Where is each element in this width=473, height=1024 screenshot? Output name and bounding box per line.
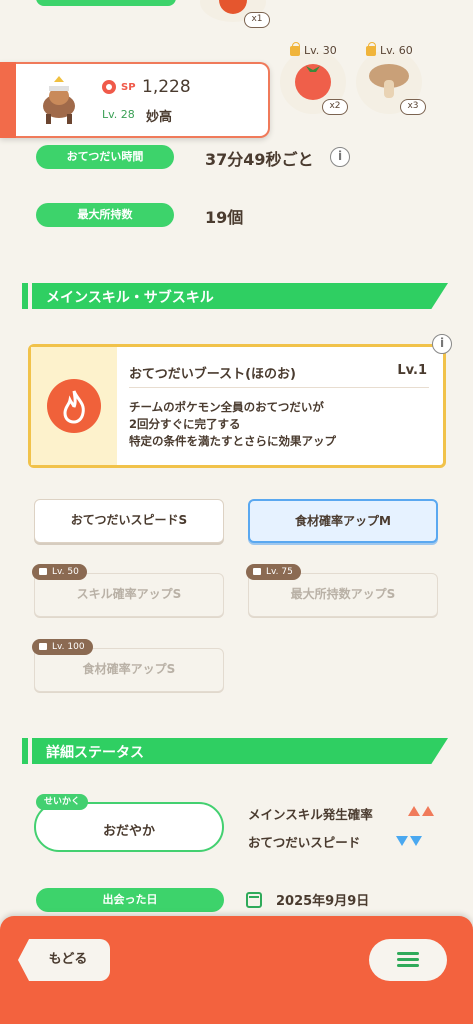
section-title: 詳細ステータス [46, 745, 144, 761]
unlock-level-tag: Lv. 75 [246, 564, 301, 580]
main-skill-name: おてつだいブースト(ほのお) [129, 367, 296, 382]
menu-button[interactable] [369, 939, 447, 981]
ingredient-level-2: Lv. 30 [290, 41, 337, 57]
lock-icon [290, 41, 300, 56]
subskill-button-2[interactable]: 食材確率アップM [248, 499, 438, 543]
nature-value: おだやか [102, 824, 155, 839]
down-arrow-icon [410, 836, 422, 846]
section-header-status: 詳細ステータス [22, 738, 448, 764]
back-button[interactable]: もどる [18, 939, 110, 981]
max-carry-label: 最大所持数 [36, 203, 174, 227]
main-skill-description: チームのポケモン全員のおてつだいが 2回分すぐに完了する 特定の条件を満たすとさ… [129, 400, 336, 448]
section-header-skills: メインスキル・サブスキル [22, 283, 448, 309]
unlock-level-tag: Lv. 100 [32, 639, 93, 655]
pokemon-sprite [34, 76, 84, 126]
section-title: メインスキル・サブスキル [46, 290, 214, 306]
met-date-label: 出会った日 [36, 888, 224, 912]
ingredient-count-1: x1 [244, 12, 270, 28]
sp-icon [102, 80, 116, 94]
sp-label: SP [121, 82, 136, 93]
main-skill-level: Lv.1 [397, 363, 427, 378]
max-carry-value: 19個 [205, 208, 244, 227]
fire-icon [47, 379, 101, 433]
subskill-button-1[interactable]: おてつだいスピードS [34, 499, 224, 543]
ingredient-count-2: x2 [322, 99, 348, 115]
pokemon-name: 妙高 [146, 110, 173, 125]
pokemon-level: Lv. 28 [102, 108, 135, 121]
nature-effect-up-label: メインスキル発生確率 [248, 807, 373, 822]
sp-value: 1,228 [142, 77, 191, 97]
calendar-icon [246, 892, 262, 908]
nature-effect-down-label: おてつだいスピード [248, 835, 361, 850]
lock-icon [366, 41, 376, 56]
skill-info-icon[interactable]: i [432, 334, 452, 354]
help-time-value: 37分49秒ごと [205, 150, 314, 169]
unlock-level-tag: Lv. 50 [32, 564, 87, 580]
help-time-label: おてつだい時間 [36, 145, 174, 169]
partial-pill [36, 0, 176, 6]
ingredient-level-3: Lv. 60 [366, 41, 413, 57]
main-skill-card[interactable]: おてつだいブースト(ほのお) Lv.1 チームのポケモン全員のおてつだいが 2回… [28, 344, 446, 468]
down-arrow-icon [396, 836, 408, 846]
menu-icon [397, 952, 419, 955]
met-date-value: 2025年9月9日 [276, 894, 370, 909]
ingredient-count-3: x3 [400, 99, 426, 115]
up-arrow-icon [408, 806, 420, 816]
card-accent-stripe [0, 62, 16, 138]
info-icon[interactable]: i [330, 147, 350, 167]
up-arrow-icon [422, 806, 434, 816]
nature-tag: せいかく [36, 794, 89, 810]
